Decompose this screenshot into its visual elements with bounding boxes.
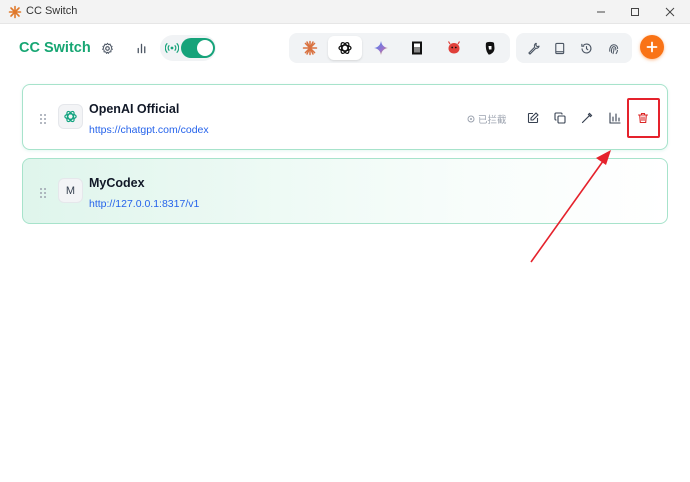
provider-status: 已拦截 [467, 112, 507, 126]
provider-avatar [58, 104, 83, 129]
proxy-toggle[interactable] [181, 38, 215, 58]
fingerprint-icon [608, 43, 618, 54]
settings-icon [101, 42, 113, 54]
close-icon [665, 7, 675, 17]
proxy-icon [165, 42, 179, 54]
drag-handle[interactable] [39, 186, 47, 198]
wrench-icon [527, 42, 540, 55]
delete-highlight-box [627, 98, 660, 138]
status-label: 已拦截 [478, 115, 507, 126]
provider-card-active[interactable]: M MyCodex http://127.0.0.1:8317/v1 [22, 158, 668, 224]
stats-button[interactable] [132, 39, 150, 57]
drag-handle[interactable] [39, 112, 47, 124]
duplicate-button[interactable] [551, 109, 569, 127]
window-title: CC Switch [26, 5, 78, 17]
minimize-icon [597, 11, 605, 13]
minimize-button[interactable] [586, 0, 616, 24]
edit-button[interactable] [524, 109, 542, 127]
openai-icon [338, 42, 352, 54]
app-codex-button[interactable] [328, 36, 362, 60]
add-provider-button[interactable] [640, 35, 664, 59]
test-icon [581, 112, 593, 124]
tools-bar [516, 33, 632, 63]
app-gemini-button[interactable] [364, 36, 398, 60]
tools-button[interactable] [523, 38, 543, 58]
prompts-button[interactable] [549, 38, 569, 58]
provider-url-link[interactable]: http://127.0.0.1:8317/v1 [89, 198, 199, 210]
app-hermes-button[interactable] [473, 36, 507, 60]
history-button[interactable] [576, 38, 596, 58]
provider-card[interactable]: OpenAI Official https://chatgpt.com/code… [22, 84, 668, 150]
maximize-icon [631, 8, 639, 16]
plus-icon [646, 41, 658, 53]
test-button[interactable] [578, 109, 596, 127]
provider-name: OpenAI Official [89, 102, 180, 116]
copy-icon [554, 112, 566, 124]
app-switcher [289, 33, 510, 63]
drag-handle-icon [40, 188, 46, 198]
openai-icon [64, 110, 77, 123]
app-opencode-button[interactable] [400, 36, 434, 60]
app-openclaw-button[interactable] [437, 36, 471, 60]
toggle-knob [197, 40, 213, 56]
settings-button[interactable] [98, 39, 116, 57]
hermes-icon [485, 41, 495, 55]
app-logo-icon [8, 5, 22, 19]
drag-handle-icon [40, 114, 46, 124]
openclaw-icon [447, 41, 461, 54]
app-claude-button[interactable] [293, 36, 327, 60]
provider-avatar: M [58, 178, 83, 203]
maximize-button[interactable] [620, 0, 650, 24]
history-icon [580, 42, 592, 53]
title-bar: CC Switch [0, 0, 690, 24]
provider-name: MyCodex [89, 176, 145, 190]
annotation-arrow [530, 150, 611, 263]
fingerprint-button[interactable] [603, 38, 623, 58]
edit-icon [527, 112, 539, 124]
close-window-button[interactable] [655, 0, 685, 24]
usage-icon [609, 112, 621, 124]
usage-button[interactable] [606, 109, 624, 127]
book-icon [554, 42, 564, 54]
status-dot-icon [467, 115, 475, 123]
gemini-icon [374, 41, 388, 55]
opencode-icon [412, 41, 422, 55]
brand-title[interactable]: CC Switch [19, 40, 91, 56]
stats-icon [137, 43, 145, 53]
claude-icon [302, 40, 318, 56]
provider-url-link[interactable]: https://chatgpt.com/codex [89, 124, 209, 136]
proxy-toggle-group [160, 35, 216, 61]
